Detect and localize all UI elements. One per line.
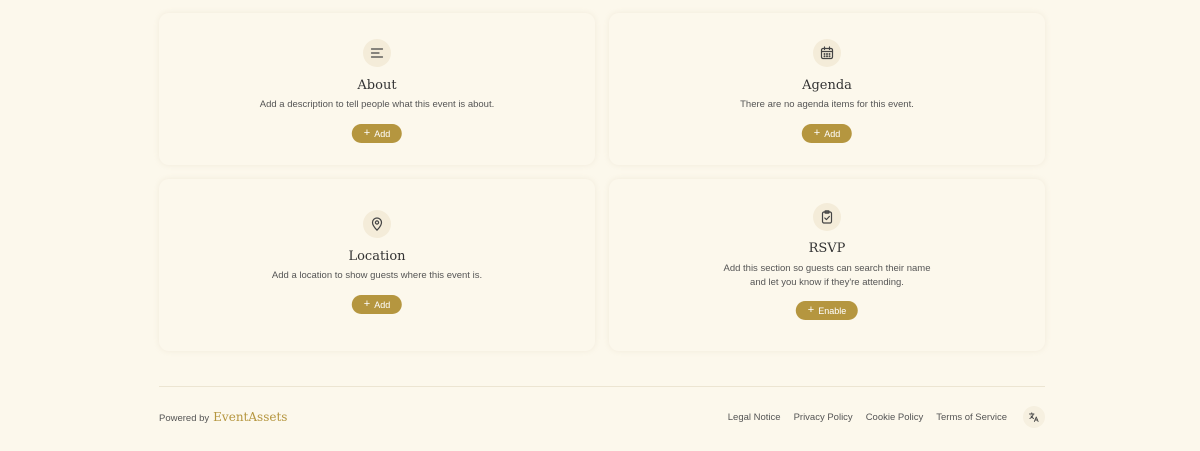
location-card: Location Add a location to show guests w… — [159, 179, 595, 351]
rsvp-description: Add this section so guests can search th… — [723, 263, 931, 288]
agenda-card: Agenda There are no agenda items for thi… — [609, 13, 1045, 165]
plus-icon: + — [813, 127, 821, 139]
language-button[interactable] — [1023, 406, 1045, 428]
location-title: Location — [348, 249, 406, 264]
footer-divider — [159, 386, 1045, 387]
rsvp-enable-button[interactable]: + Enable — [795, 301, 859, 320]
plus-icon: + — [363, 298, 371, 310]
about-add-button[interactable]: + Add — [351, 124, 403, 143]
clipboard-check-icon — [813, 203, 841, 231]
translate-icon — [1029, 412, 1039, 422]
powered-by-label: Powered by — [159, 413, 210, 424]
text-align-left-icon — [363, 39, 391, 67]
agenda-title: Agenda — [802, 78, 852, 93]
about-card: About Add a description to tell people w… — [159, 13, 595, 165]
agenda-add-label: Add — [824, 128, 841, 139]
legal-notice-link[interactable]: Legal Notice — [728, 412, 781, 423]
plus-icon: + — [807, 304, 815, 316]
location-add-label: Add — [374, 299, 391, 310]
brand-logo[interactable]: EventAssets — [213, 410, 287, 424]
cookie-policy-link[interactable]: Cookie Policy — [866, 412, 924, 423]
calendar-icon — [813, 39, 841, 67]
map-pin-icon — [363, 210, 391, 238]
footer-links: Legal Notice Privacy Policy Cookie Polic… — [728, 406, 1045, 428]
about-add-label: Add — [374, 128, 391, 139]
powered-by: Powered by EventAssets — [159, 410, 287, 424]
agenda-description: There are no agenda items for this event… — [740, 99, 914, 110]
plus-icon: + — [363, 127, 371, 139]
privacy-policy-link[interactable]: Privacy Policy — [794, 412, 853, 423]
sections-grid: About Add a description to tell people w… — [159, 13, 1045, 351]
page: About Add a description to tell people w… — [0, 0, 1200, 451]
rsvp-title: RSVP — [808, 241, 846, 256]
location-add-button[interactable]: + Add — [351, 295, 403, 314]
rsvp-card: RSVP Add this section so guests can sear… — [609, 179, 1045, 351]
location-description: Add a location to show guests where this… — [271, 270, 483, 281]
rsvp-enable-label: Enable — [818, 305, 847, 316]
terms-of-service-link[interactable]: Terms of Service — [936, 412, 1007, 423]
about-title: About — [357, 78, 397, 93]
agenda-add-button[interactable]: + Add — [801, 124, 853, 143]
footer: Powered by EventAssets Legal Notice Priv… — [159, 405, 1045, 429]
about-description: Add a description to tell people what th… — [259, 99, 495, 110]
